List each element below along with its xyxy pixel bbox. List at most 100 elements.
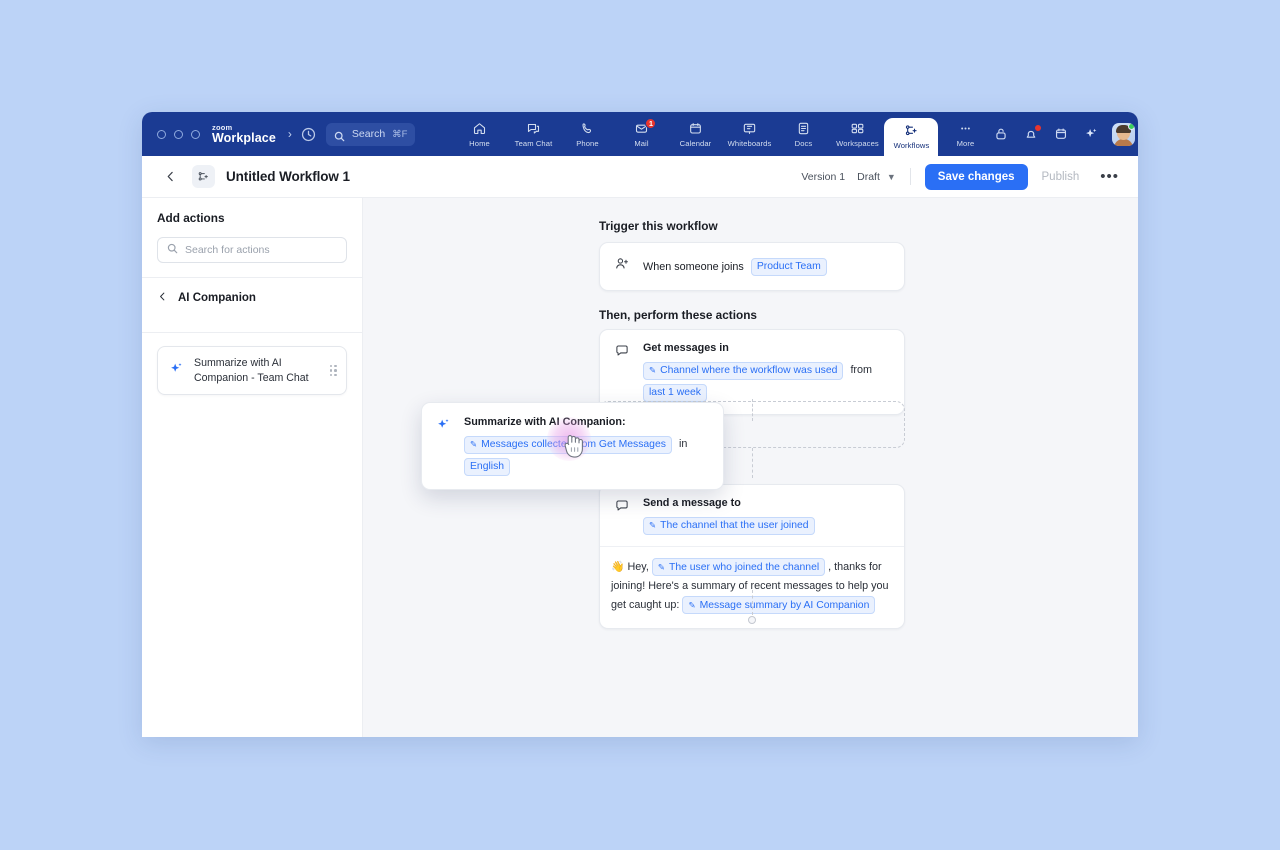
chip-message-summary-ai[interactable]: ✎ Message summary by AI Companion: [682, 596, 875, 614]
lock-icon[interactable]: [992, 126, 1009, 143]
search-shortcut: ⌘F: [392, 129, 407, 140]
breadcrumb-label: AI Companion: [178, 292, 256, 304]
nav-tab-team-chat[interactable]: Team Chat: [506, 112, 560, 156]
nav-tab-whiteboards[interactable]: Whiteboards: [722, 112, 776, 156]
subheader-actions: Version 1 Draft ▼ Save changes Publish •…: [801, 164, 1122, 190]
nav-tab-workspaces[interactable]: Workspaces: [830, 112, 884, 156]
action-card-label: Summarize with AI Companion - Team Chat: [194, 356, 320, 385]
workflow-end-node[interactable]: [748, 616, 756, 624]
wave-emoji: 👋: [611, 561, 624, 573]
team-chat-icon: [526, 121, 541, 137]
back-button[interactable]: [160, 167, 180, 187]
workspaces-icon: [850, 121, 865, 137]
chip-last-1-week[interactable]: last 1 week: [643, 384, 707, 402]
nav-right-icons: [992, 123, 1138, 146]
action-card-summarize-team-chat[interactable]: Summarize with AI Companion - Team Chat: [157, 346, 347, 395]
nav-tab-label: Workflows: [894, 141, 930, 150]
publish-button[interactable]: Publish: [1031, 164, 1091, 190]
minimize-window-button[interactable]: [174, 130, 183, 139]
card-title: Send a message to: [643, 496, 890, 511]
save-changes-button[interactable]: Save changes: [925, 164, 1028, 190]
history-clock-icon[interactable]: [300, 126, 317, 143]
nav-tab-phone[interactable]: Phone: [560, 112, 614, 156]
drag-handle-icon[interactable]: [330, 365, 337, 377]
chip-label: The user who joined the channel: [669, 561, 819, 574]
chip-label: Channel where the workflow was used: [660, 364, 837, 377]
notification-dot: [1035, 125, 1042, 132]
action-search-placeholder: Search for actions: [185, 244, 270, 256]
chip-user-who-joined[interactable]: ✎ The user who joined the channel: [652, 558, 825, 576]
ai-sparkle-icon[interactable]: [1082, 126, 1099, 143]
message-text-part-1: Hey,: [627, 561, 648, 573]
window-traffic-lights[interactable]: [157, 130, 200, 139]
card-title: Get messages in: [643, 341, 890, 356]
pencil-icon: ✎: [470, 438, 477, 451]
presence-indicator: [1128, 123, 1135, 130]
search-icon: [167, 241, 178, 259]
workflow-subheader: Untitled Workflow 1 Version 1 Draft ▼ Sa…: [142, 156, 1138, 198]
nav-tab-calendar[interactable]: Calendar: [668, 112, 722, 156]
ai-sparkle-icon: [436, 417, 451, 476]
page-title: Untitled Workflow 1: [226, 169, 350, 184]
dragged-card-title: Summarize with AI Companion:: [464, 415, 709, 430]
user-avatar[interactable]: [1112, 123, 1135, 146]
status-label[interactable]: Draft: [857, 171, 880, 183]
nav-tab-label: Docs: [795, 139, 813, 148]
close-window-button[interactable]: [157, 130, 166, 139]
nav-tabs: Home Team Chat Phone: [452, 112, 992, 156]
pencil-icon: ✎: [688, 599, 695, 612]
trigger-section-label: Trigger this workflow: [599, 219, 718, 233]
chevron-right-icon[interactable]: ›: [288, 127, 292, 141]
search-placeholder: Search: [352, 128, 385, 140]
nav-tab-label: Whiteboards: [728, 139, 772, 148]
chip-label: Message summary by AI Companion: [700, 599, 870, 612]
trigger-text: When someone joins: [643, 261, 744, 273]
top-navigation-bar: zoom Workplace › Search ⌘F: [142, 112, 1138, 156]
connector-word: in: [679, 438, 687, 450]
chip-english[interactable]: English: [464, 458, 510, 476]
sidebar-breadcrumb-ai-companion[interactable]: AI Companion: [142, 278, 362, 318]
bell-icon[interactable]: [1022, 126, 1039, 143]
workflow-badge-icon: [192, 165, 215, 188]
chip-label: The channel that the user joined: [660, 519, 808, 532]
nav-tab-label: More: [957, 139, 975, 148]
mail-unread-badge: 1: [645, 118, 656, 129]
nav-tab-label: Mail: [634, 139, 648, 148]
nav-tab-home[interactable]: Home: [452, 112, 506, 156]
overflow-menu-button[interactable]: •••: [1097, 168, 1122, 185]
connector-line-2: [752, 448, 753, 478]
person-add-icon: [614, 256, 630, 277]
workflows-icon: [904, 123, 919, 139]
calendar-icon: [688, 121, 703, 137]
ai-sparkle-icon: [169, 361, 184, 381]
app-window: zoom Workplace › Search ⌘F: [142, 112, 1138, 737]
apps-icon[interactable]: [1052, 126, 1069, 143]
pencil-icon: ✎: [658, 561, 665, 574]
trigger-card[interactable]: When someone joins Product Team: [599, 242, 905, 291]
chevron-down-icon[interactable]: ▼: [887, 172, 896, 182]
pencil-icon: ✎: [649, 519, 656, 532]
connector-line-3: [752, 590, 753, 615]
chip-channel-user-joined[interactable]: ✎ The channel that the user joined: [643, 517, 815, 535]
nav-tab-label: Home: [469, 139, 490, 148]
sidebar-divider-2: [142, 332, 362, 333]
nav-tab-label: Team Chat: [515, 139, 553, 148]
nav-tab-docs[interactable]: Docs: [776, 112, 830, 156]
home-icon: [472, 121, 487, 137]
chip-channel-where-workflow-used[interactable]: ✎ Channel where the workflow was used: [643, 362, 843, 380]
add-actions-sidebar: Add actions Search for actions: [142, 198, 363, 737]
maximize-window-button[interactable]: [191, 130, 200, 139]
nav-tab-label: Calendar: [680, 139, 712, 148]
sidebar-title: Add actions: [157, 211, 347, 225]
nav-tab-mail[interactable]: 1 Mail: [614, 112, 668, 156]
zoom-workplace-logo: zoom Workplace: [212, 124, 276, 145]
search-icon: [334, 129, 345, 140]
grabbing-hand-cursor: [561, 430, 587, 465]
version-label: Version 1: [801, 171, 845, 183]
trigger-chip-product-team[interactable]: Product Team: [751, 258, 827, 276]
action-search-input[interactable]: Search for actions: [157, 237, 347, 263]
nav-tab-workflows[interactable]: Workflows: [884, 118, 938, 156]
search-input[interactable]: Search ⌘F: [326, 123, 416, 146]
nav-tab-more[interactable]: More: [938, 112, 992, 156]
docs-icon: [796, 121, 811, 137]
